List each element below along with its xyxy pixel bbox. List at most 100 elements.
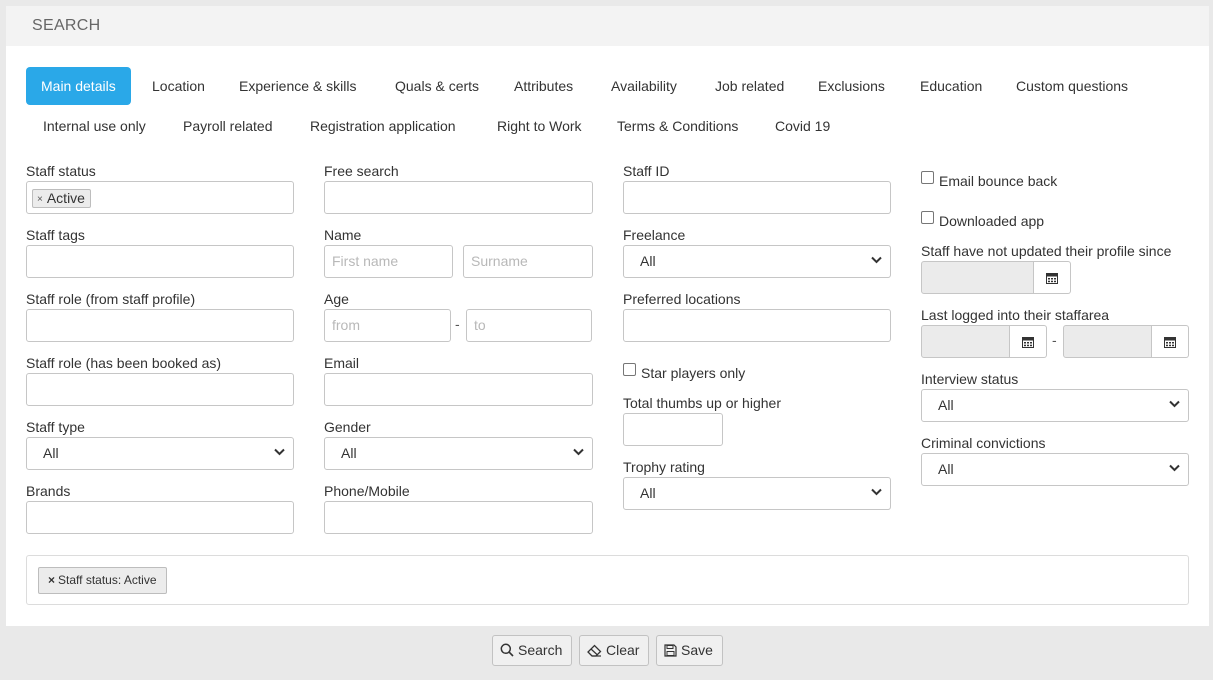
- not-updated-label: Staff have not updated their profile sin…: [921, 243, 1172, 259]
- last-logged-to-input[interactable]: [1063, 325, 1152, 358]
- phone-input[interactable]: [324, 501, 593, 534]
- status-chip: × Active: [32, 189, 91, 208]
- save-button[interactable]: Save: [656, 635, 723, 666]
- free-search-input[interactable]: [324, 181, 593, 214]
- tab-main-details[interactable]: Main details: [26, 67, 131, 105]
- status-chip-label: Active: [46, 190, 85, 206]
- chevron-down-icon: [1169, 464, 1180, 472]
- freelance-value: All: [640, 253, 656, 269]
- tab-payroll-related[interactable]: Payroll related: [168, 107, 288, 145]
- panel-title: SEARCH: [6, 6, 1209, 46]
- tab-covid-19[interactable]: Covid 19: [760, 107, 845, 145]
- tab-registration-application[interactable]: Registration application: [295, 107, 471, 145]
- tab-education[interactable]: Education: [905, 67, 997, 105]
- chip-remove-icon[interactable]: ×: [37, 194, 43, 205]
- freelance-select[interactable]: All: [623, 245, 891, 278]
- staff-id-input[interactable]: [623, 181, 891, 214]
- tab-right-to-work[interactable]: Right to Work: [482, 107, 597, 145]
- staff-tags-label: Staff tags: [26, 227, 85, 243]
- trophy-rating-select[interactable]: All: [623, 477, 891, 510]
- chevron-down-icon: [1169, 400, 1180, 408]
- downloaded-app-checkbox[interactable]: [921, 211, 934, 224]
- not-updated-calendar-button[interactable]: [1034, 261, 1071, 294]
- search-button[interactable]: Search: [492, 635, 573, 666]
- thumbs-up-input[interactable]: [623, 413, 723, 446]
- staff-type-value: All: [43, 445, 59, 461]
- last-logged-from-calendar-button[interactable]: [1010, 325, 1047, 358]
- age-to-input[interactable]: to: [466, 309, 592, 342]
- preferred-locations-input[interactable]: [623, 309, 891, 342]
- gender-label: Gender: [324, 419, 371, 435]
- search-panel: SEARCH Main details Location Experience …: [6, 6, 1209, 626]
- active-filters-box: × Staff status: Active: [26, 555, 1189, 605]
- eraser-icon: [587, 644, 602, 657]
- search-icon: [500, 643, 514, 657]
- last-logged-from-input[interactable]: [921, 325, 1010, 358]
- not-updated-date-input[interactable]: [921, 261, 1034, 294]
- trophy-rating-label: Trophy rating: [623, 459, 705, 475]
- trophy-rating-value: All: [640, 485, 656, 501]
- freelance-label: Freelance: [623, 227, 686, 243]
- chevron-down-icon: [871, 256, 882, 264]
- thumbs-up-label: Total thumbs up or higher: [623, 395, 781, 411]
- interview-status-select[interactable]: All: [921, 389, 1189, 422]
- star-players-checkbox[interactable]: [623, 363, 636, 376]
- phone-label: Phone/Mobile: [324, 483, 410, 499]
- tab-experience-skills[interactable]: Experience & skills: [224, 67, 372, 105]
- email-bounce-label: Email bounce back: [939, 173, 1058, 189]
- gender-value: All: [341, 445, 357, 461]
- tab-quals-certs[interactable]: Quals & certs: [380, 67, 494, 105]
- floppy-disk-icon: [664, 644, 677, 657]
- tab-terms-conditions[interactable]: Terms & Conditions: [602, 107, 753, 145]
- staff-tags-input[interactable]: [26, 245, 294, 278]
- free-search-label: Free search: [324, 163, 399, 179]
- criminal-convictions-select[interactable]: All: [921, 453, 1189, 486]
- tab-availability[interactable]: Availability: [596, 67, 692, 105]
- star-players-label: Star players only: [641, 365, 746, 381]
- age-label: Age: [324, 291, 349, 307]
- interview-status-value: All: [938, 397, 954, 413]
- staff-role-profile-input[interactable]: [26, 309, 294, 342]
- search-button-label: Search: [518, 642, 563, 658]
- tab-attributes[interactable]: Attributes: [499, 67, 588, 105]
- first-name-input[interactable]: First name: [324, 245, 453, 278]
- staff-id-label: Staff ID: [623, 163, 670, 179]
- last-logged-label: Last logged into their staffarea: [921, 307, 1110, 323]
- calendar-icon: [1022, 336, 1034, 348]
- surname-input[interactable]: Surname: [463, 245, 593, 278]
- staff-role-profile-label: Staff role (from staff profile): [26, 291, 196, 307]
- preferred-locations-label: Preferred locations: [623, 291, 741, 307]
- calendar-icon: [1164, 336, 1176, 348]
- tab-internal-use-only[interactable]: Internal use only: [28, 107, 161, 145]
- age-from-input[interactable]: from: [324, 309, 451, 342]
- interview-status-label: Interview status: [921, 371, 1019, 387]
- email-bounce-checkbox[interactable]: [921, 171, 934, 184]
- clear-button-label: Clear: [606, 642, 640, 658]
- close-icon[interactable]: ×: [48, 573, 55, 587]
- staff-type-select[interactable]: All: [26, 437, 294, 470]
- tab-exclusions[interactable]: Exclusions: [803, 67, 900, 105]
- brands-label: Brands: [26, 483, 71, 499]
- downloaded-app-label: Downloaded app: [939, 213, 1045, 229]
- clear-button[interactable]: Clear: [579, 635, 650, 666]
- name-label: Name: [324, 227, 362, 243]
- chevron-down-icon: [573, 448, 584, 456]
- tab-location[interactable]: Location: [137, 67, 220, 105]
- brands-input[interactable]: [26, 501, 294, 534]
- save-button-label: Save: [681, 642, 713, 658]
- staff-status-label: Staff status: [26, 163, 96, 179]
- age-separator: -: [455, 316, 460, 332]
- email-input[interactable]: [324, 373, 593, 406]
- criminal-convictions-label: Criminal convictions: [921, 435, 1046, 451]
- tab-job-related[interactable]: Job related: [700, 67, 799, 105]
- staff-status-input[interactable]: × Active: [26, 181, 294, 214]
- calendar-icon: [1046, 272, 1058, 284]
- tab-custom-questions[interactable]: Custom questions: [1001, 67, 1143, 105]
- staff-type-label: Staff type: [26, 419, 85, 435]
- active-filter-label: Staff status: Active: [58, 573, 157, 587]
- last-logged-separator: -: [1052, 332, 1057, 348]
- last-logged-to-calendar-button[interactable]: [1152, 325, 1189, 358]
- staff-role-booked-input[interactable]: [26, 373, 294, 406]
- active-filter-tag[interactable]: × Staff status: Active: [38, 567, 167, 594]
- gender-select[interactable]: All: [324, 437, 593, 470]
